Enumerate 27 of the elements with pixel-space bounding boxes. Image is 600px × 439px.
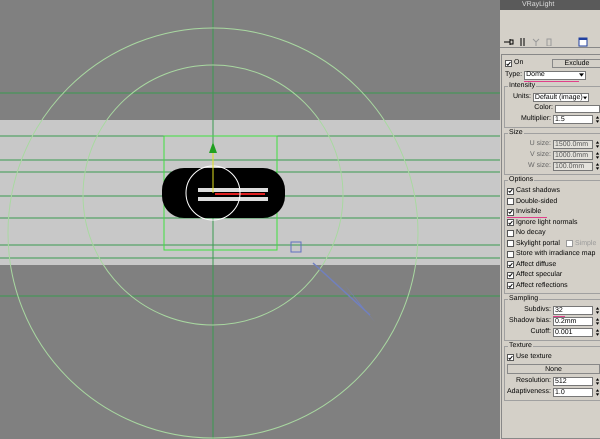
pin-icon[interactable] <box>504 38 514 46</box>
color-swatch[interactable] <box>554 104 600 112</box>
pause-bars-icon[interactable] <box>520 38 526 46</box>
spinner-arrows-icon[interactable] <box>594 388 600 396</box>
dropdown-caret-icon <box>579 73 584 77</box>
configure-icon[interactable] <box>578 36 588 46</box>
checkbox[interactable] <box>507 240 514 248</box>
checkbox[interactable] <box>505 60 512 67</box>
spinner-arrows-icon[interactable] <box>594 140 600 149</box>
spinner-arrows-icon[interactable] <box>594 376 600 386</box>
spinner-arrows-icon[interactable] <box>594 306 600 315</box>
checkbox[interactable] <box>507 250 514 258</box>
spinner-arrows-icon[interactable] <box>594 151 600 160</box>
spinner-arrows-icon[interactable] <box>594 328 600 337</box>
checkbox[interactable] <box>507 261 514 268</box>
checkbox[interactable] <box>507 354 514 361</box>
spinner-arrows-icon[interactable] <box>594 115 600 124</box>
checkbox[interactable] <box>507 208 514 216</box>
checkbox[interactable] <box>507 219 514 226</box>
checkbox[interactable] <box>507 188 514 195</box>
checkbox[interactable] <box>507 272 514 279</box>
spinner-arrows-icon[interactable] <box>594 317 600 326</box>
checkbox[interactable] <box>507 230 514 237</box>
checkbox[interactable] <box>507 198 514 206</box>
spinner-arrows-icon[interactable] <box>594 162 600 171</box>
dropdown-caret-icon <box>582 96 587 100</box>
checkbox[interactable] <box>507 282 514 290</box>
